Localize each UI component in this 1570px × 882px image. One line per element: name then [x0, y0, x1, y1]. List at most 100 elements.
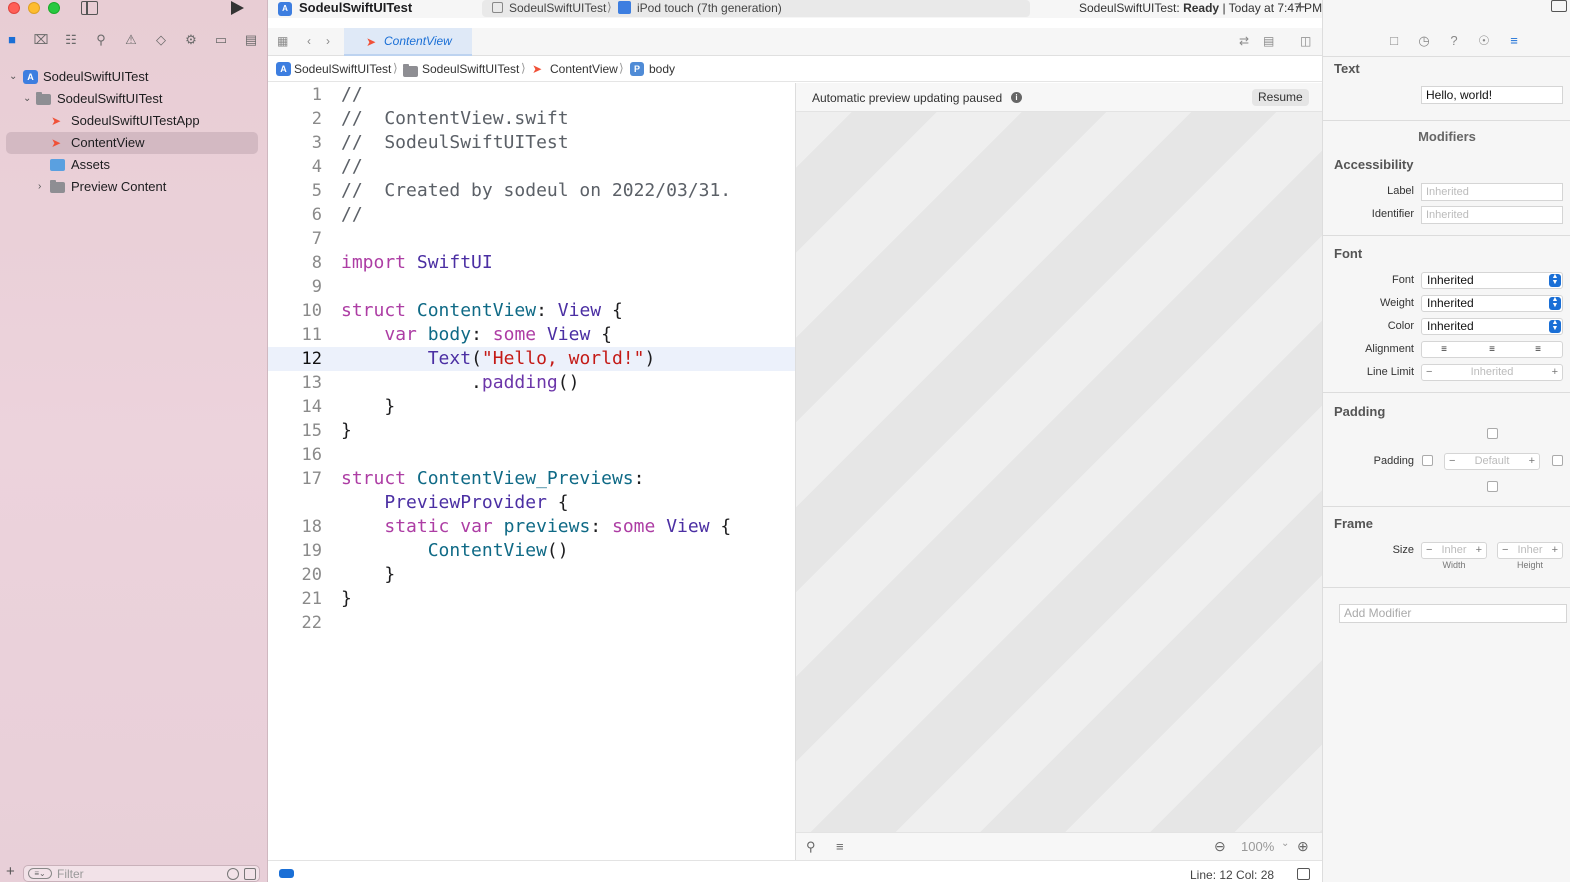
code-line[interactable]: 14 } — [268, 395, 795, 419]
align-center-icon[interactable]: ≡ — [1484, 344, 1500, 356]
align-left-icon[interactable]: ≡ — [1436, 344, 1452, 356]
zoom-in-icon[interactable]: ⊕ — [1297, 838, 1309, 855]
device-selector[interactable]: iPod touch (7th generation) — [637, 1, 782, 15]
swap-icon[interactable]: ⇄ — [1239, 34, 1249, 48]
related-items-icon[interactable]: ▦ — [277, 34, 288, 48]
library-add-button[interactable]: + — [1295, 0, 1306, 18]
run-button[interactable] — [231, 1, 244, 15]
increment-icon[interactable]: + — [1552, 543, 1558, 558]
increment-icon[interactable]: + — [1529, 454, 1535, 469]
editor-options-icon[interactable]: ▤ — [1263, 34, 1274, 48]
code-line[interactable]: 12 Text("Hello, world!") — [268, 347, 795, 371]
debug-area-toggle-icon[interactable] — [1297, 868, 1310, 880]
code-line[interactable]: 17 struct ContentView_Previews: — [268, 467, 795, 491]
breadcrumb-symbol[interactable]: body — [649, 62, 675, 76]
attributes-inspector-icon[interactable]: ≡ — [1507, 33, 1521, 48]
tree-item-group[interactable]: ⌄ SodeulSwiftUITest — [0, 88, 268, 110]
code-line[interactable]: 10 struct ContentView: View { — [268, 299, 795, 323]
add-file-button[interactable]: + — [6, 863, 15, 880]
padding-bottom-checkbox[interactable] — [1487, 481, 1498, 492]
code-line[interactable]: 4 // — [268, 155, 795, 179]
code-line[interactable]: 11 var body: some View { — [268, 323, 795, 347]
filter-options-icon[interactable]: ≡⌄ — [28, 868, 52, 879]
color-popup[interactable]: Inherited ▲ ▼ — [1421, 318, 1563, 335]
code-line[interactable]: 9 — [268, 275, 795, 299]
line-limit-stepper[interactable]: − Inherited + — [1421, 364, 1563, 381]
close-window-button[interactable] — [8, 2, 20, 14]
source-editor[interactable]: 1 // 2 // ContentView.swift 3 // SodeulSwiftU… — [268, 83, 795, 860]
font-popup[interactable]: Inherited ▲ ▼ — [1421, 272, 1563, 289]
pin-icon[interactable]: ⚲ — [806, 839, 816, 855]
code-line[interactable]: 6 // — [268, 203, 795, 227]
code-line[interactable]: PreviewProvider { — [268, 491, 795, 515]
padding-stepper[interactable]: − Default + — [1444, 453, 1540, 470]
text-value-field[interactable]: Hello, world! — [1421, 86, 1563, 104]
code-line[interactable]: 7 — [268, 227, 795, 251]
tree-item-contentview[interactable]: ➤ ContentView — [6, 132, 258, 154]
info-icon[interactable]: i — [1011, 92, 1022, 103]
filter-input[interactable]: ≡⌄ Filter — [23, 865, 260, 882]
chevron-down-icon[interactable]: ⌄ — [1281, 838, 1289, 849]
code-line[interactable]: 8 import SwiftUI — [268, 251, 795, 275]
code-line[interactable]: 16 — [268, 443, 795, 467]
tree-item-preview-content[interactable]: › Preview Content — [0, 176, 268, 198]
width-stepper[interactable]: − Inher + — [1421, 542, 1487, 559]
tree-item-assets[interactable]: Assets — [0, 154, 268, 176]
zoom-window-button[interactable] — [48, 2, 60, 14]
recent-files-icon[interactable] — [227, 868, 239, 880]
project-navigator-icon[interactable]: ■ — [4, 32, 20, 48]
symbol-navigator-icon[interactable]: ☷ — [63, 32, 79, 48]
chevron-down-icon[interactable]: ⌄ — [9, 66, 17, 88]
tree-item-project[interactable]: ⌄ A SodeulSwiftUITest — [0, 66, 268, 88]
accessibility-inspector-icon[interactable]: ☉ — [1477, 33, 1491, 49]
debug-navigator-icon[interactable]: ⚙ — [183, 32, 199, 48]
padding-trailing-checkbox[interactable] — [1552, 455, 1563, 466]
decrement-icon[interactable]: − — [1426, 543, 1432, 558]
align-right-icon[interactable]: ≡ — [1530, 344, 1546, 356]
code-line[interactable]: 5 // Created by sodeul on 2022/03/31. — [268, 179, 795, 203]
source-control-navigator-icon[interactable]: ⌧ — [33, 32, 49, 48]
sidebar-toggle-icon[interactable] — [81, 1, 98, 15]
decrement-icon[interactable]: − — [1426, 365, 1432, 380]
code-line[interactable]: 18 static var previews: some View { — [268, 515, 795, 539]
report-navigator-icon[interactable]: ▤ — [243, 32, 259, 48]
breadcrumb-project[interactable]: SodeulSwiftUITest — [294, 62, 391, 76]
zoom-out-icon[interactable]: ⊖ — [1214, 838, 1226, 855]
tree-item-app-file[interactable]: ➤ SodeulSwiftUITestApp — [0, 110, 268, 132]
split-editor-icon[interactable]: ◫ — [1300, 34, 1311, 48]
file-inspector-icon[interactable]: □ — [1387, 33, 1401, 48]
code-line[interactable]: 22 — [268, 611, 795, 635]
breadcrumb-file[interactable]: ContentView — [550, 62, 618, 76]
add-modifier-field[interactable]: Add Modifier — [1339, 604, 1567, 623]
issue-navigator-icon[interactable]: ⚠ — [123, 32, 139, 48]
minimize-window-button[interactable] — [28, 2, 40, 14]
increment-icon[interactable]: + — [1476, 543, 1482, 558]
code-line[interactable]: 2 // ContentView.swift — [268, 107, 795, 131]
back-arrow-icon[interactable]: ‹ — [307, 34, 311, 48]
inspector-toggle-icon[interactable] — [1551, 0, 1567, 12]
weight-popup[interactable]: Inherited ▲ ▼ — [1421, 295, 1563, 312]
preview-canvas[interactable]: Automatic preview updating paused i Resu… — [795, 83, 1323, 860]
chevron-down-icon[interactable]: ⌄ — [23, 88, 31, 110]
code-line[interactable]: 15} — [268, 419, 795, 443]
quick-help-icon[interactable]: ? — [1447, 33, 1461, 48]
increment-icon[interactable]: + — [1552, 365, 1558, 380]
accessibility-identifier-field[interactable]: Inherited — [1421, 206, 1563, 224]
code-line[interactable]: 20 } — [268, 563, 795, 587]
code-line[interactable]: 1 // — [268, 83, 795, 107]
variants-icon[interactable]: ≡ — [836, 839, 844, 854]
breakpoint-toggle-icon[interactable] — [279, 869, 294, 878]
code-line[interactable]: 13 .padding() — [268, 371, 795, 395]
code-line[interactable]: 3 // SodeulSwiftUITest — [268, 131, 795, 155]
code-line[interactable]: 19 ContentView() — [268, 539, 795, 563]
resume-button[interactable]: Resume — [1252, 89, 1309, 106]
history-inspector-icon[interactable]: ◷ — [1417, 33, 1431, 49]
forward-arrow-icon[interactable]: › — [326, 34, 330, 48]
test-navigator-icon[interactable]: ◇ — [153, 32, 169, 48]
height-stepper[interactable]: − Inher + — [1497, 542, 1563, 559]
accessibility-label-field[interactable]: Inherited — [1421, 183, 1563, 201]
find-navigator-icon[interactable]: ⚲ — [93, 32, 109, 48]
decrement-icon[interactable]: − — [1502, 543, 1508, 558]
source-control-filter-icon[interactable] — [244, 868, 256, 880]
decrement-icon[interactable]: − — [1449, 454, 1455, 469]
